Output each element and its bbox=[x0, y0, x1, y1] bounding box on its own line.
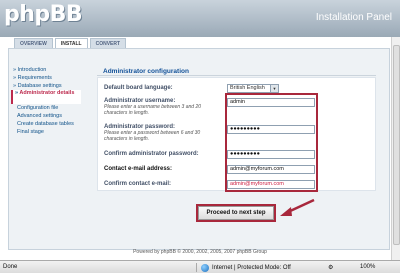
username-hint: Please enter a username between 3 and 20… bbox=[104, 104, 202, 116]
footer-copyright: Powered by phpBB © 2000, 2002, 2005, 200… bbox=[133, 249, 267, 255]
zoom-level[interactable]: 100% bbox=[360, 264, 375, 270]
chevron-down-icon[interactable]: ▼ bbox=[270, 85, 278, 92]
globe-icon bbox=[201, 263, 209, 272]
language-label: Default board language: bbox=[104, 85, 173, 91]
sidebar-item-advanced-settings[interactable]: Advanced settings bbox=[11, 112, 89, 120]
panel-title: Installation Panel bbox=[315, 12, 392, 23]
vertical-scrollbar[interactable] bbox=[391, 37, 400, 260]
sidebar-item-database-settings[interactable]: Database settings bbox=[11, 82, 89, 90]
content-area: Administrator configuration bbox=[97, 67, 376, 76]
status-text: Done bbox=[3, 264, 18, 270]
header-banner: phpBB Installation Panel bbox=[0, 0, 400, 37]
tab-install[interactable]: INSTALL bbox=[54, 38, 88, 48]
language-row: Default board language: British English … bbox=[104, 84, 374, 93]
input-highlight-box bbox=[225, 93, 318, 192]
proceed-button[interactable]: Proceed to next step bbox=[196, 204, 276, 222]
tab-bar: OVERVIEW INSTALL CONVERT bbox=[14, 38, 127, 48]
tab-convert[interactable]: CONVERT bbox=[89, 38, 127, 48]
scrollbar-thumb[interactable] bbox=[393, 45, 400, 245]
pointer-arrow-icon bbox=[280, 198, 315, 216]
password-hint: Please enter a password between 6 and 30… bbox=[104, 130, 201, 142]
email-label: Contact e-mail address: bbox=[104, 166, 173, 172]
sidebar-item-introduction[interactable]: Introduction bbox=[11, 66, 89, 74]
confirm-password-label: Confirm administrator password: bbox=[104, 151, 199, 157]
sidebar-item-final-stage[interactable]: Final stage bbox=[11, 128, 89, 136]
statusbar-tools: ⚙ bbox=[328, 264, 333, 271]
pointer-arrow-shaft bbox=[287, 198, 315, 214]
sidebar-item-requirements[interactable]: Requirements bbox=[11, 74, 89, 82]
pointer-arrow-head bbox=[280, 207, 292, 216]
phpbb-logo: phpBB bbox=[4, 2, 83, 27]
security-zone: Internet | Protected Mode: Off bbox=[196, 263, 291, 272]
browser-statusbar: Done Internet | Protected Mode: Off ⚙ 10… bbox=[0, 260, 400, 273]
section-title: Administrator configuration bbox=[97, 67, 376, 76]
confirm-email-label: Confirm contact e-mail: bbox=[104, 181, 172, 187]
language-select[interactable]: British English ▼ bbox=[227, 84, 279, 93]
sidebar-item-create-database-tables[interactable]: Create database tables bbox=[11, 120, 89, 128]
language-value: British English bbox=[230, 85, 265, 91]
zone-text: Internet | Protected Mode: Off bbox=[212, 264, 291, 271]
sidebar-item-configuration-file[interactable]: Configuration file bbox=[11, 104, 89, 112]
sidebar-menu: Introduction Requirements Database setti… bbox=[11, 66, 89, 136]
sidebar-item-administrator-details[interactable]: Administrator details bbox=[11, 90, 81, 104]
gear-icon[interactable]: ⚙ bbox=[328, 264, 333, 271]
tab-overview[interactable]: OVERVIEW bbox=[14, 38, 53, 48]
